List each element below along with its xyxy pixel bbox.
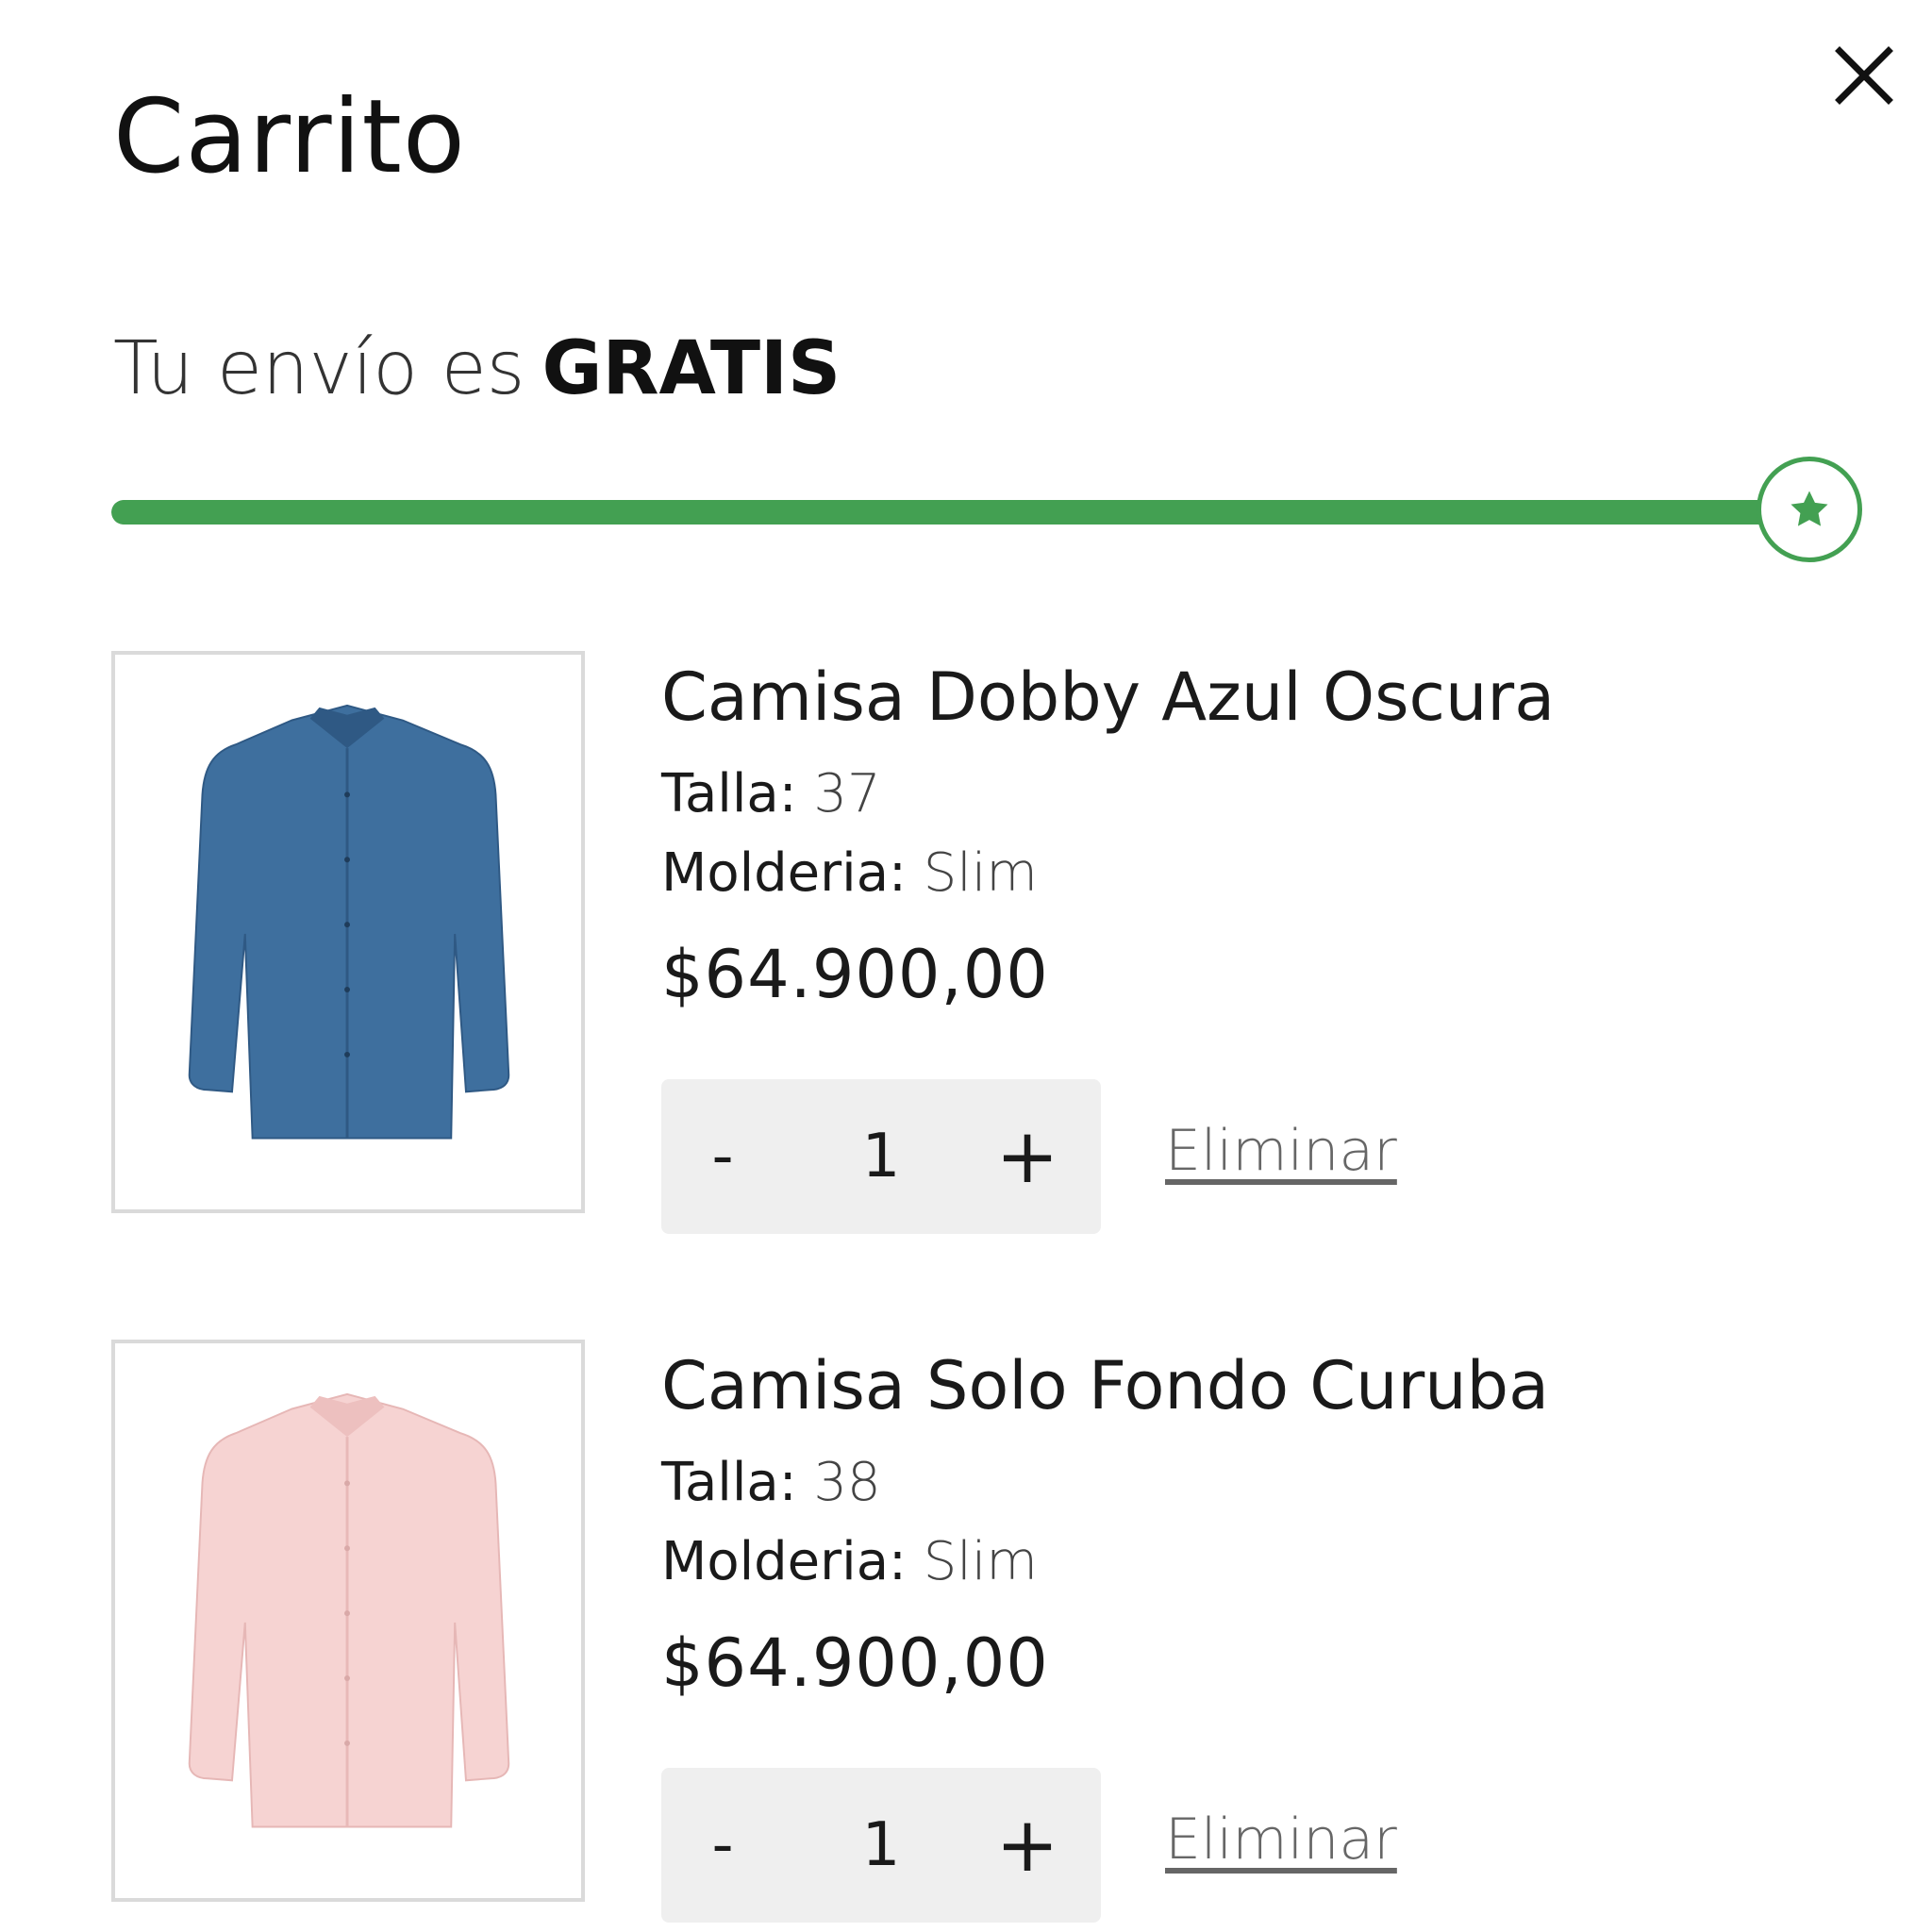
fit-label: Molderia:	[661, 842, 907, 904]
fit-value: Slim	[923, 1531, 1038, 1592]
increase-quantity-button[interactable]: +	[982, 1768, 1073, 1923]
decrease-quantity-button[interactable]: -	[690, 1768, 756, 1923]
item-name[interactable]: Camisa Dobby Azul Oscura	[661, 664, 1555, 730]
shipping-progress-fill	[111, 500, 1790, 525]
shipping-status: GRATIS	[541, 326, 841, 411]
decrease-quantity-button[interactable]: -	[690, 1079, 756, 1234]
size-value: 38	[813, 1452, 881, 1513]
item-fit: Molderia: Slim	[661, 1536, 1038, 1589]
size-label: Talla:	[661, 763, 797, 824]
quantity-stepper: - 1 +	[661, 1079, 1101, 1234]
size-value: 37	[813, 763, 881, 824]
quantity-stepper: - 1 +	[661, 1768, 1101, 1923]
item-price: $64.900,00	[661, 936, 1049, 1013]
fit-label: Molderia:	[661, 1531, 907, 1592]
progress-badge	[1757, 457, 1862, 562]
item-price: $64.900,00	[661, 1624, 1049, 1702]
product-image[interactable]	[111, 1340, 585, 1902]
increase-quantity-button[interactable]: +	[982, 1079, 1073, 1234]
pink-shirt-image	[188, 1392, 510, 1828]
fit-value: Slim	[923, 842, 1038, 904]
blue-shirt-image	[188, 704, 510, 1140]
star-icon	[1790, 491, 1828, 526]
cart-item: Camisa Solo Fondo Curuba Talla: 38 Molde…	[111, 1340, 1875, 1923]
shipping-progress-bar	[111, 500, 1790, 525]
remove-item-link[interactable]: Eliminar	[1165, 1123, 1397, 1179]
item-size: Talla: 38	[661, 1457, 881, 1509]
cart-item: Camisa Dobby Azul Oscura Talla: 37 Molde…	[111, 651, 1875, 1234]
close-icon	[1835, 46, 1893, 105]
quantity-value[interactable]: 1	[841, 1079, 922, 1234]
shipping-message: Tu envío es GRATIS	[113, 332, 841, 406]
quantity-value[interactable]: 1	[841, 1768, 922, 1923]
shipping-prefix: Tu envío es	[113, 326, 525, 411]
remove-item-link[interactable]: Eliminar	[1165, 1811, 1397, 1868]
size-label: Talla:	[661, 1452, 797, 1513]
item-fit: Molderia: Slim	[661, 847, 1038, 900]
product-image[interactable]	[111, 651, 585, 1213]
item-size: Talla: 37	[661, 768, 881, 821]
item-name[interactable]: Camisa Solo Fondo Curuba	[661, 1353, 1549, 1419]
cart-title: Carrito	[113, 78, 466, 196]
close-button[interactable]	[1830, 42, 1898, 109]
